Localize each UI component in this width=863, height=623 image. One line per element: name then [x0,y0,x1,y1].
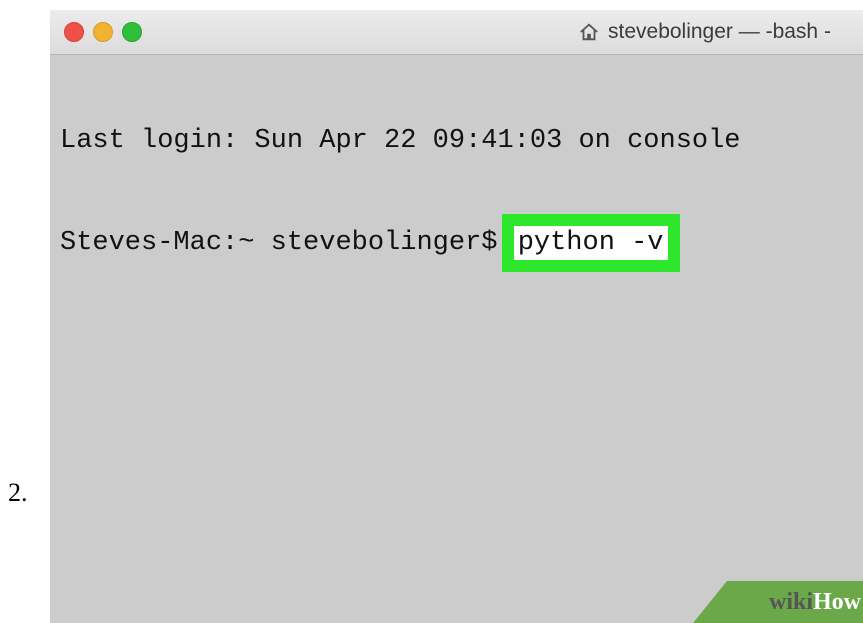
close-window-button[interactable] [64,22,84,42]
window-title-text: stevebolinger — -bash - [608,20,831,43]
window-title: stevebolinger — -bash - [578,19,831,45]
terminal-output[interactable]: Last login: Sun Apr 22 09:41:03 on conso… [60,56,863,328]
terminal-window: stevebolinger — -bash - Last login: Sun … [50,10,863,623]
prompt-line: Steves-Mac:~ stevebolinger$ python -v [60,214,863,272]
minimize-window-button[interactable] [93,22,113,42]
zoom-window-button[interactable] [122,22,142,42]
window-titlebar[interactable]: stevebolinger — -bash - [50,10,863,55]
command-text[interactable]: python -v [501,214,680,272]
wikihow-watermark: wiki How [693,581,863,623]
last-login-line: Last login: Sun Apr 22 09:41:03 on conso… [60,126,741,156]
home-icon [580,23,598,41]
shell-prompt: Steves-Mac:~ stevebolinger$ [60,228,514,258]
step-number: 2. [8,478,28,507]
watermark-how: How [813,588,861,615]
watermark-wiki: wiki [768,588,813,615]
